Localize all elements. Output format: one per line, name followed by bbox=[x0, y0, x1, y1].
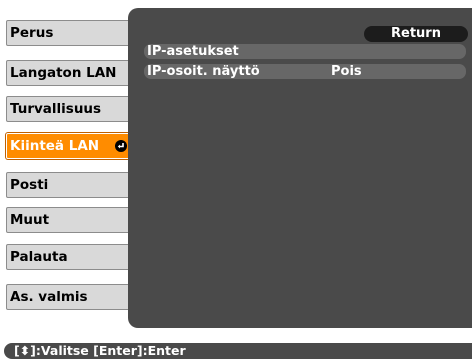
sidebar-item-label: Turvallisuus bbox=[10, 101, 102, 117]
return-button[interactable]: Return bbox=[364, 26, 468, 42]
sidebar-item-label: Posti bbox=[10, 177, 49, 193]
sidebar-item-as-valmis[interactable]: As. valmis bbox=[6, 284, 134, 310]
sidebar-item-label: Palauta bbox=[10, 249, 68, 265]
setting-value-ip-osoit-naytto: Pois bbox=[331, 64, 362, 79]
sidebar-item-langaton-lan[interactable]: Langaton LAN bbox=[6, 60, 134, 86]
enter-icon bbox=[115, 140, 127, 152]
sidebar-item-label: As. valmis bbox=[10, 289, 88, 305]
sidebar-item-posti[interactable]: Posti bbox=[6, 172, 134, 198]
sidebar-item-label: Langaton LAN bbox=[10, 65, 117, 81]
setting-label-ip-asetukset: IP-asetukset bbox=[147, 44, 239, 59]
sidebar-item-label: Kiinteä LAN bbox=[10, 138, 100, 154]
sidebar-item-perus[interactable]: Perus bbox=[6, 20, 134, 46]
sidebar-item-label: Muut bbox=[10, 212, 50, 228]
setting-label-ip-osoit-naytto: IP-osoit. näyttö bbox=[147, 64, 260, 79]
key-hint-bar: [⬍]:Valitse [Enter]:Enter bbox=[4, 343, 472, 359]
sidebar-item-turvallisuus[interactable]: Turvallisuus bbox=[6, 96, 134, 122]
sidebar-item-muut[interactable]: Muut bbox=[6, 207, 134, 233]
sidebar-item-label: Perus bbox=[10, 25, 54, 41]
sidebar-item-palauta[interactable]: Palauta bbox=[6, 244, 134, 270]
sidebar-item-kiintea-lan[interactable]: Kiinteä LAN bbox=[6, 133, 134, 159]
